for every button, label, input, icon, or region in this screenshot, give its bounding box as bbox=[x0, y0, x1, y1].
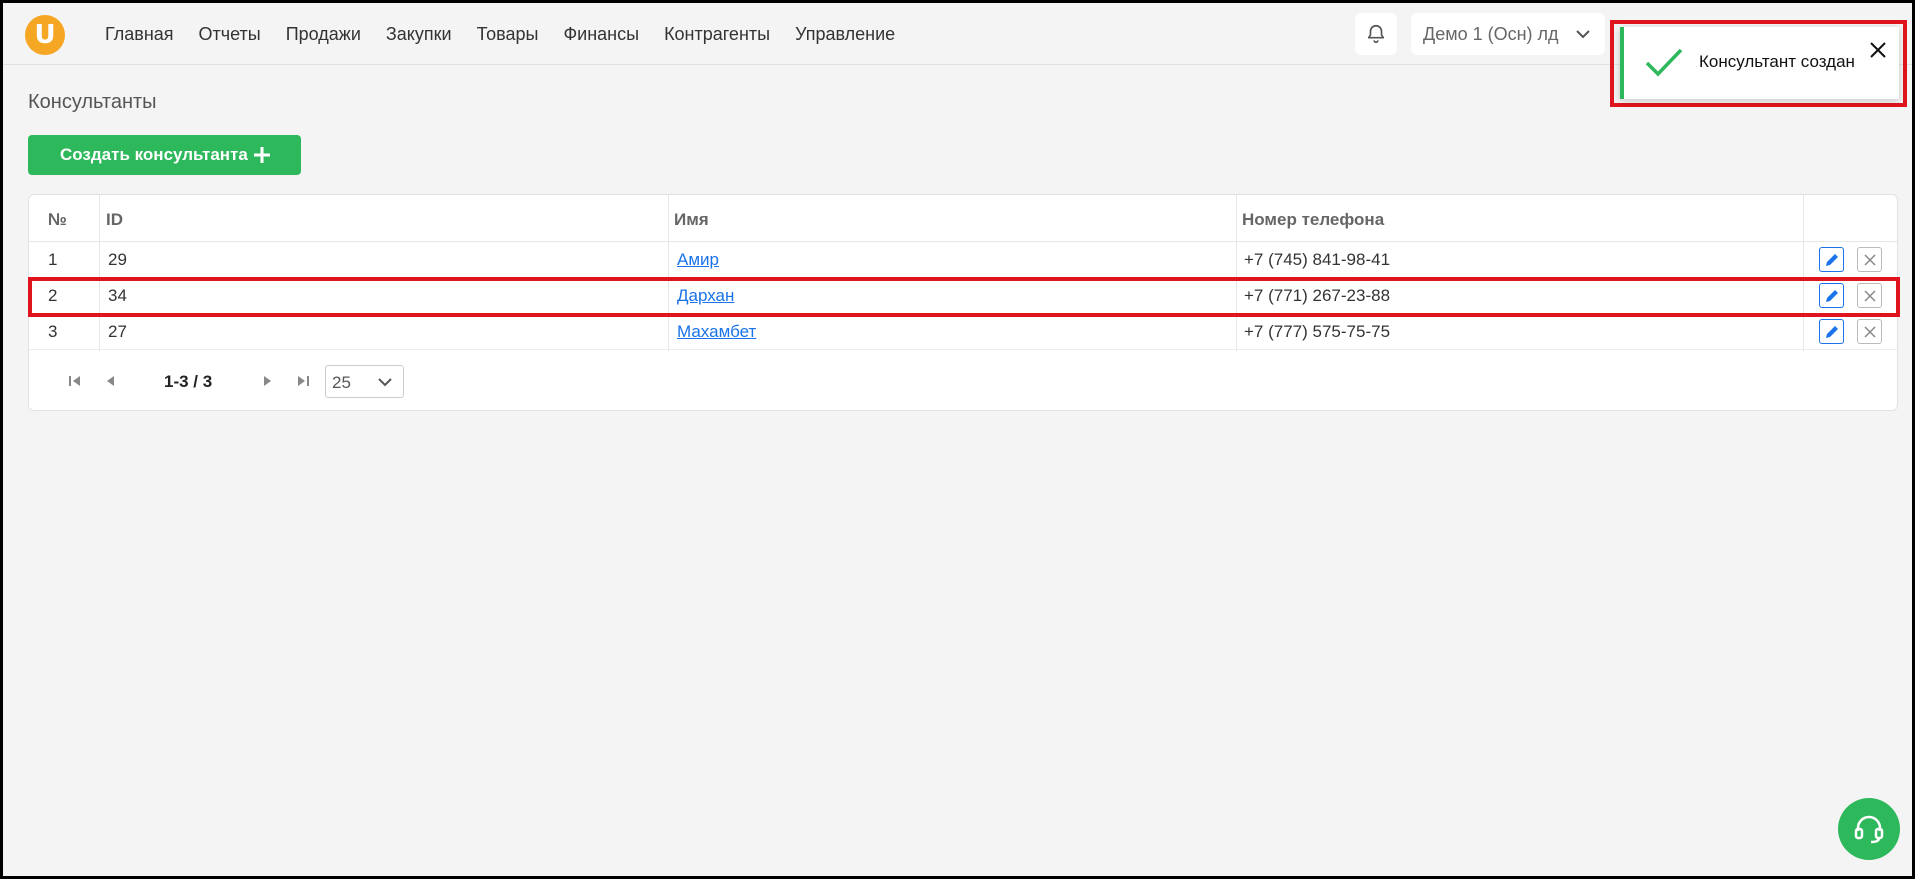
cell-name-link[interactable]: Дархан bbox=[677, 286, 734, 306]
cell-phone: +7 (777) 575-75-75 bbox=[1244, 322, 1391, 341]
page-title: Консультанты bbox=[28, 91, 157, 113]
edit-button[interactable] bbox=[1819, 319, 1844, 344]
nav-item-finance[interactable]: Финансы bbox=[563, 24, 639, 45]
toast-message: Консультант создан bbox=[1699, 52, 1855, 71]
nav-item-management[interactable]: Управление bbox=[795, 24, 895, 45]
x-icon bbox=[1863, 325, 1876, 338]
header-id[interactable]: ID bbox=[106, 210, 123, 230]
support-chat-button[interactable] bbox=[1838, 798, 1900, 860]
x-icon bbox=[1863, 289, 1876, 302]
header-num[interactable]: № bbox=[48, 210, 67, 230]
table-row: 3 27 Махамбет +7 (777) 575-75-75 bbox=[29, 314, 1897, 350]
nav-item-sales[interactable]: Продажи bbox=[286, 24, 361, 45]
prev-page-icon[interactable] bbox=[103, 373, 119, 389]
next-page-icon[interactable] bbox=[259, 373, 275, 389]
edit-button[interactable] bbox=[1819, 247, 1844, 272]
logo-icon[interactable]: U bbox=[25, 15, 65, 55]
header-phone[interactable]: Номер телефона bbox=[1242, 210, 1384, 230]
page-size-value: 25 bbox=[332, 373, 351, 392]
cell-phone: +7 (771) 267-23-88 bbox=[1244, 286, 1391, 305]
first-page-icon[interactable] bbox=[67, 373, 83, 389]
table-header: № ID Имя Номер телефона bbox=[29, 195, 1897, 242]
success-toast: Консультант создан bbox=[1620, 27, 1899, 99]
pencil-icon bbox=[1825, 253, 1838, 266]
company-select-value: Демо 1 (Осн) лд bbox=[1423, 23, 1559, 44]
nav-item-products[interactable]: Товары bbox=[477, 24, 539, 45]
create-consultant-label: Создать консультанта bbox=[60, 145, 248, 164]
headset-icon bbox=[1854, 815, 1884, 844]
cell-name-link[interactable]: Махамбет bbox=[677, 322, 756, 342]
pagination-range: 1-3 / 3 bbox=[164, 372, 213, 391]
consultants-table: № ID Имя Номер телефона 1 29 Амир +7 (74… bbox=[28, 194, 1898, 411]
bell-icon bbox=[1367, 24, 1385, 44]
edit-button[interactable] bbox=[1819, 283, 1844, 308]
x-icon bbox=[1863, 253, 1876, 266]
cell-id: 27 bbox=[108, 322, 127, 341]
page-size-select[interactable]: 25 bbox=[325, 365, 404, 398]
delete-button[interactable] bbox=[1857, 283, 1882, 308]
last-page-icon[interactable] bbox=[295, 373, 311, 389]
cell-name-link[interactable]: Амир bbox=[677, 250, 719, 270]
close-icon[interactable] bbox=[1869, 41, 1887, 59]
nav-item-reports[interactable]: Отчеты bbox=[199, 24, 261, 45]
plus-icon bbox=[254, 147, 270, 163]
pencil-icon bbox=[1825, 289, 1838, 302]
main-nav: Главная Отчеты Продажи Закупки Товары Фи… bbox=[105, 3, 920, 65]
create-consultant-button[interactable]: Создать консультанта bbox=[28, 135, 301, 175]
nav-item-counterparties[interactable]: Контрагенты bbox=[664, 24, 770, 45]
delete-button[interactable] bbox=[1857, 247, 1882, 272]
chevron-down-icon bbox=[1576, 30, 1590, 39]
cell-num: 2 bbox=[48, 286, 58, 305]
delete-button[interactable] bbox=[1857, 319, 1882, 344]
cell-phone: +7 (745) 841-98-41 bbox=[1244, 250, 1391, 269]
chevron-down-icon bbox=[378, 378, 392, 387]
cell-num: 3 bbox=[48, 322, 58, 341]
company-select[interactable]: Демо 1 (Осн) лд bbox=[1411, 13, 1605, 55]
table-row: 1 29 Амир +7 (745) 841-98-41 bbox=[29, 242, 1897, 278]
cell-id: 29 bbox=[108, 250, 127, 269]
cell-id: 34 bbox=[108, 286, 127, 305]
cell-num: 1 bbox=[48, 250, 58, 269]
nav-item-purchases[interactable]: Закупки bbox=[386, 24, 452, 45]
pencil-icon bbox=[1825, 325, 1838, 338]
header-name[interactable]: Имя bbox=[674, 210, 709, 230]
pagination: 1-3 / 3 25 bbox=[29, 352, 1897, 412]
check-icon bbox=[1645, 48, 1683, 77]
notifications-button[interactable] bbox=[1355, 13, 1397, 55]
table-row: 2 34 Дархан +7 (771) 267-23-88 bbox=[29, 278, 1897, 314]
nav-item-home[interactable]: Главная bbox=[105, 24, 174, 45]
